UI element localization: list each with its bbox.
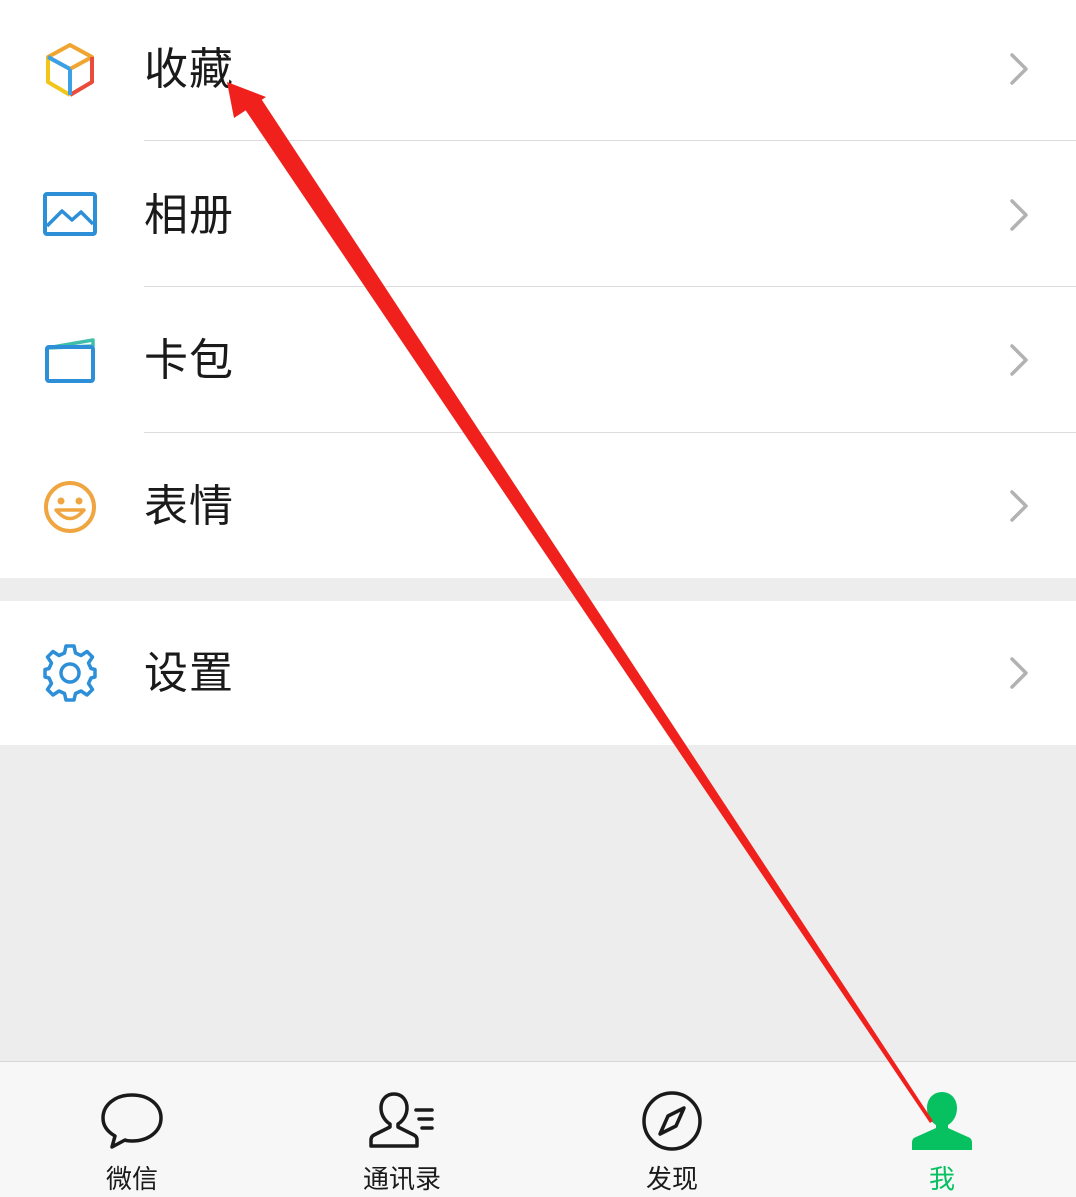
chevron-right-icon <box>1004 49 1034 89</box>
chat-bubble-icon <box>98 1090 166 1152</box>
album-picture-icon <box>40 185 100 245</box>
gear-icon <box>40 643 100 703</box>
compass-icon <box>638 1090 706 1152</box>
tab-me[interactable]: 我 <box>842 1062 1042 1197</box>
menu-item-label: 相册 <box>144 190 234 241</box>
tab-label: 发现 <box>645 1165 698 1195</box>
menu-group-settings: 设置 <box>0 601 1076 745</box>
sticker-smiley-icon <box>40 477 100 537</box>
menu-item-album[interactable]: 相册 <box>0 141 1076 286</box>
chevron-right-icon <box>1004 486 1034 526</box>
tab-label: 通讯录 <box>362 1165 441 1195</box>
menu-group-primary: 收藏 相册 卡包 表情 <box>0 0 1076 578</box>
contacts-icon <box>368 1090 436 1152</box>
chevron-right-icon <box>1004 340 1034 380</box>
person-icon <box>908 1090 976 1152</box>
menu-item-settings[interactable]: 设置 <box>0 601 1076 746</box>
favorites-cube-icon <box>40 40 100 100</box>
card-wallet-icon <box>40 331 100 391</box>
chevron-right-icon <box>1004 653 1034 693</box>
menu-item-stickers[interactable]: 表情 <box>0 433 1076 578</box>
tab-label: 我 <box>928 1165 955 1195</box>
menu-item-label: 表情 <box>144 481 234 532</box>
tab-label: 微信 <box>105 1165 158 1195</box>
bottom-tab-bar: 微信 通讯录 发现 我 <box>0 1061 1076 1197</box>
menu-item-label: 卡包 <box>144 335 234 386</box>
menu-item-label: 收藏 <box>144 44 234 95</box>
me-page: 收藏 相册 卡包 表情 设置 微信 通讯录 发现 我 <box>0 0 1076 1197</box>
menu-item-label: 设置 <box>144 648 234 699</box>
menu-item-card-wallet[interactable]: 卡包 <box>0 287 1076 432</box>
tab-chats[interactable]: 微信 <box>32 1062 232 1197</box>
menu-item-favorites[interactable]: 收藏 <box>0 0 1076 145</box>
tab-contacts[interactable]: 通讯录 <box>302 1062 502 1197</box>
tab-discover[interactable]: 发现 <box>572 1062 772 1197</box>
chevron-right-icon <box>1004 195 1034 235</box>
